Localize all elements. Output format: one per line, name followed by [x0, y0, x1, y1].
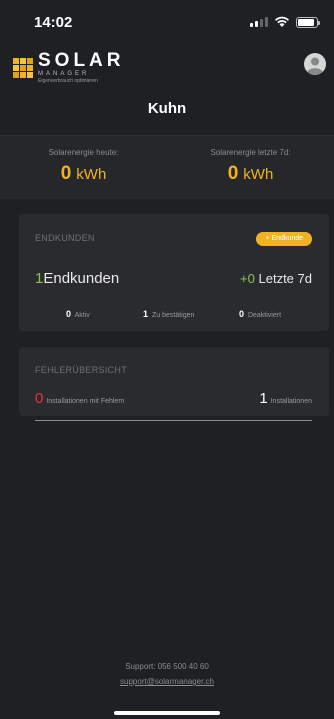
user-avatar-icon[interactable] [304, 53, 326, 75]
stat-aktiv: 0 Aktiv [66, 309, 90, 319]
endkunden-count-label: Endkunden [43, 270, 120, 287]
app-header: SOLAR MANAGER Eigenverbrauch optimieren … [0, 44, 334, 135]
page-title: Kuhn [147, 100, 187, 117]
stat-zu-bestaetigen-value: 1 [143, 309, 149, 319]
home-indicator[interactable] [114, 711, 220, 715]
endkunden-recent: +0 Letzte 7d [240, 271, 312, 286]
energy-today-number: 0 [60, 163, 72, 184]
solar-panel-icon [13, 58, 33, 78]
stat-deaktiviert-label: Deaktiviert [247, 312, 282, 319]
logo-subtitle: MANAGER [38, 71, 90, 77]
support-phone: Support: 056 500 40 60 [125, 662, 209, 671]
energy-week-value: 0 kWh [167, 163, 334, 185]
stat-zu-bestaetigen-label: Zu bestätigen [151, 312, 195, 319]
solar-manager-logo: SOLAR MANAGER Eigenverbrauch optimieren [12, 50, 125, 84]
fehler-error-label: Installationen mit Fehlern [46, 398, 125, 405]
fehler-heading: FEHLERÜBERSICHT [35, 365, 128, 375]
endkunden-heading: ENDKUNDEN [35, 233, 95, 243]
endkunden-card[interactable]: ENDKUNDEN + Endkunde 1Endkunden +0 Letzt… [19, 214, 329, 331]
endkunden-recent-value: +0 [240, 271, 255, 286]
endkunden-recent-label: Letzte 7d [258, 271, 313, 286]
status-icons [250, 16, 320, 28]
fehler-installations-with-errors: 0 Installationen mit Fehlern [35, 390, 125, 407]
support-email-link[interactable]: support@solarmanager.ch [0, 677, 334, 686]
fehleruebersicht-card[interactable]: FEHLERÜBERSICHT 0 Installationen mit Fehl… [19, 347, 329, 421]
energy-week-label: Solarenergie letzte 7d: [210, 148, 291, 157]
cellular-signal-icon [250, 17, 268, 27]
endkunden-count: 1Endkunden [35, 270, 119, 287]
fehler-error-count: 0 [35, 390, 44, 407]
energy-today-label: Solarenergie heute: [48, 148, 119, 157]
fehler-total-count: 1 [259, 390, 268, 407]
stat-aktiv-label: Aktiv [74, 312, 90, 319]
battery-icon [296, 16, 320, 28]
wifi-icon [275, 16, 289, 27]
stat-deaktiviert-value: 0 [239, 309, 245, 319]
energy-today-value: 0 kWh [0, 163, 167, 185]
add-endkunde-button[interactable]: + Endkunde [256, 232, 312, 246]
logo-tagline: Eigenverbrauch optimieren [38, 78, 98, 84]
fehler-progress-line [35, 420, 312, 421]
status-bar: 14:02 [0, 0, 334, 44]
energy-week: Solarenergie letzte 7d: 0 kWh [167, 148, 334, 185]
fehler-installations-total: 1 Installationen [259, 390, 312, 407]
stat-deaktiviert: 0 Deaktiviert [239, 309, 281, 319]
energy-week-number: 0 [227, 163, 239, 184]
energy-today-unit: kWh [76, 166, 107, 183]
stat-aktiv-value: 0 [66, 309, 72, 319]
fehler-total-label: Installationen [270, 398, 312, 405]
support-footer: Support: 056 500 40 60 support@solarmana… [0, 662, 334, 686]
energy-summary: Solarenergie heute: 0 kWh Solarenergie l… [0, 135, 334, 199]
stat-zu-bestaetigen: 1 Zu bestätigen [143, 309, 194, 319]
logo-title: SOLAR [38, 50, 125, 71]
energy-today: Solarenergie heute: 0 kWh [0, 148, 167, 185]
status-time: 14:02 [34, 13, 73, 31]
energy-week-unit: kWh [243, 166, 274, 183]
